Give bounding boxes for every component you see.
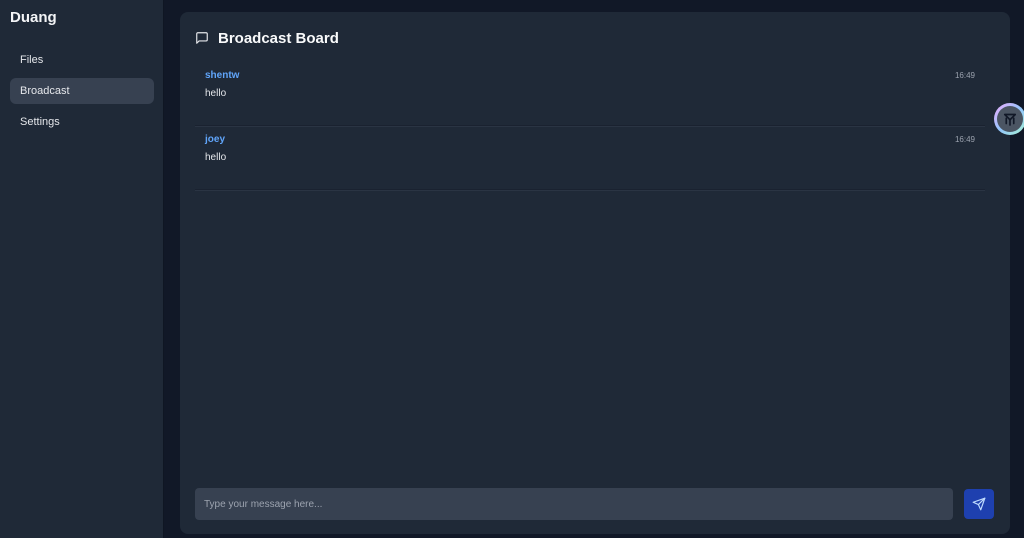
message-username: joey (205, 134, 226, 145)
message-timestamp: 16:49 (954, 71, 975, 80)
sidebar-item-files[interactable]: Files (10, 47, 154, 73)
send-icon (972, 497, 986, 511)
message-square-icon (196, 32, 208, 44)
assistant-widget-icon (997, 106, 1023, 132)
message-item: joey 16:49 hello (195, 126, 985, 190)
broadcast-panel: Broadcast Board shentw 16:49 hello joey … (180, 12, 1010, 534)
message-username: shentw (205, 70, 240, 81)
sidebar: Duang Files Broadcast Settings (0, 0, 164, 538)
app-window: Duang Files Broadcast Settings Broadcast… (0, 0, 1024, 538)
sidebar-item-settings[interactable]: Settings (10, 109, 154, 135)
message-list: shentw 16:49 hello joey 16:49 hello (195, 62, 985, 190)
message-text: hello (205, 88, 227, 99)
message-timestamp: 16:49 (954, 135, 975, 144)
message-input[interactable] (195, 488, 953, 520)
message-item: shentw 16:49 hello (195, 62, 985, 126)
send-button[interactable] (964, 489, 994, 519)
panel-header: Broadcast Board (195, 29, 339, 47)
sidebar-nav: Files Broadcast Settings (10, 47, 154, 140)
sidebar-item-broadcast[interactable]: Broadcast (10, 78, 154, 104)
page-title: Broadcast Board (218, 29, 339, 47)
assistant-widget-button[interactable] (994, 103, 1024, 135)
message-composer (195, 488, 995, 520)
message-text: hello (205, 152, 227, 163)
app-brand: Duang (10, 9, 57, 26)
